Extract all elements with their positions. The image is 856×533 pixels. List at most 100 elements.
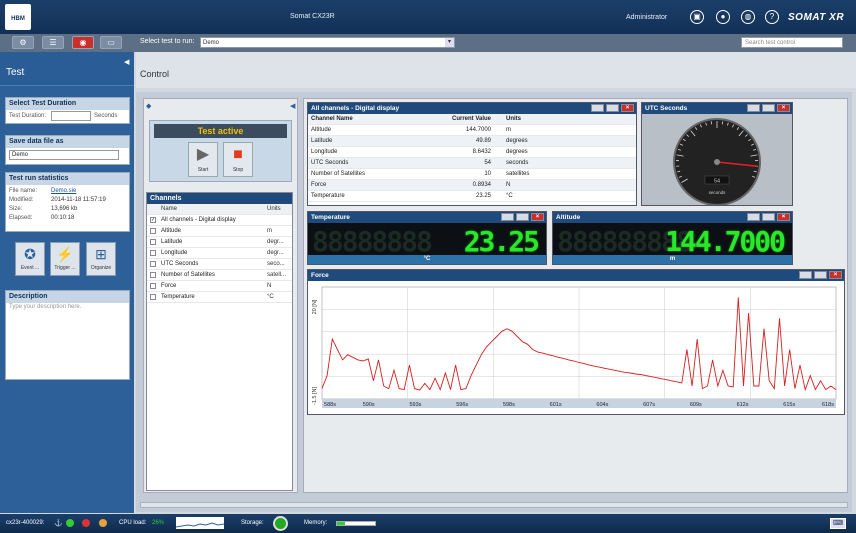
digital-row: Number of Satellites 10 satellites — [308, 169, 636, 180]
restore-icon[interactable] — [591, 104, 604, 112]
maximize-icon[interactable] — [606, 104, 619, 112]
stats-value: 13,696 kb — [51, 206, 78, 212]
keyboard-icon[interactable]: ⌨ — [830, 518, 846, 529]
stats-row: File name: Demo.sie — [6, 187, 129, 196]
channel-checkbox[interactable] — [150, 283, 156, 289]
digital-value: 0.8934 — [472, 182, 491, 188]
stop-button[interactable]: ■ Stop — [223, 142, 253, 177]
channel-name: UTC Seconds — [161, 261, 199, 267]
stats-label: Elapsed: — [9, 215, 33, 221]
hbm-logo: HBM — [5, 4, 31, 30]
organize-label: Organize — [90, 265, 112, 271]
settings-icon[interactable]: ⚙ — [12, 36, 34, 49]
main-header: Control — [136, 52, 856, 88]
globe-icon[interactable]: ◍ — [741, 10, 755, 24]
channel-row[interactable]: Number of Satellites satell... — [147, 270, 292, 281]
temperature-display: 88888888 23.25 °C — [308, 223, 546, 264]
channel-checkbox[interactable] — [150, 250, 156, 256]
maximize-icon[interactable] — [762, 104, 775, 112]
restore-icon[interactable] — [799, 271, 812, 279]
digital-display-window: All channels - Digital display × Channel … — [307, 102, 637, 206]
help-icon[interactable]: ? — [765, 10, 779, 24]
collapse-left-icon[interactable]: ◀ — [290, 102, 295, 110]
duration-input[interactable] — [51, 111, 91, 121]
restore-icon[interactable] — [501, 213, 514, 221]
search-input[interactable]: Search test control — [741, 37, 843, 48]
organize-button[interactable]: ⊞ Organize — [86, 242, 116, 276]
x-tick-label: 593s — [409, 402, 421, 408]
scrollbar-track[interactable] — [140, 502, 848, 508]
page-title: Control — [140, 69, 170, 79]
memory-bar-fill — [337, 522, 345, 525]
expand-icon[interactable]: ◆ — [146, 102, 151, 110]
close-icon[interactable]: × — [777, 213, 790, 221]
gauge-window: UTC Seconds × 54 seconds — [641, 102, 793, 206]
save-icon[interactable]: ▣ — [690, 10, 704, 24]
user-icon[interactable]: ● — [716, 10, 730, 24]
window-controls: × — [797, 271, 842, 282]
storage-gauge-icon — [273, 516, 288, 531]
save-filename-input[interactable]: Demo — [9, 150, 119, 160]
test-select[interactable]: Demo ▾ — [200, 37, 455, 48]
digital-channel-name: Force — [311, 182, 327, 188]
digital-units: seconds — [506, 160, 529, 166]
horizontal-scrollbar[interactable] — [136, 498, 852, 512]
digital-title: All channels - Digital display — [311, 105, 400, 112]
channel-row[interactable]: ✓ All channels - Digital display — [147, 215, 292, 226]
save-header: Save data file as — [6, 136, 129, 148]
x-tick-label: 618s — [822, 402, 834, 408]
channel-checkbox[interactable]: ✓ — [150, 217, 156, 223]
channel-row[interactable]: Force N — [147, 281, 292, 292]
somat-brand-logo: SOMAT XR — [788, 12, 845, 23]
channel-row[interactable]: Longitude degr... — [147, 248, 292, 259]
stop-icon: ■ — [233, 146, 243, 163]
channel-checkbox[interactable] — [150, 294, 156, 300]
digital-units: degrees — [506, 149, 528, 155]
trigger-button[interactable]: ⚡ Trigger ... — [50, 242, 80, 276]
restore-icon[interactable] — [747, 104, 760, 112]
grid-icon: ⊞ — [95, 246, 107, 262]
channel-checkbox[interactable] — [150, 272, 156, 278]
channels-header: Channels — [147, 193, 292, 204]
collapse-left-icon[interactable]: ◀ — [124, 58, 129, 66]
record-icon[interactable]: ◉ — [72, 36, 94, 49]
description-input[interactable]: Type your description here. — [6, 303, 129, 312]
x-axis-band — [322, 399, 836, 408]
restore-icon[interactable] — [747, 213, 760, 221]
channels-icon[interactable]: ☰ — [42, 36, 64, 49]
status-ok-icon — [66, 519, 74, 527]
duration-row: Test Duration: Seconds — [6, 111, 129, 121]
display-icon[interactable]: ▭ — [100, 36, 122, 49]
close-icon[interactable]: × — [777, 104, 790, 112]
event-label: Event ... — [20, 265, 40, 271]
channel-row[interactable]: Altitude m — [147, 226, 292, 237]
channel-row[interactable]: UTC Seconds seco... — [147, 259, 292, 270]
channel-row[interactable]: Latitude degr... — [147, 237, 292, 248]
stats-label: Size: — [9, 206, 23, 212]
close-icon[interactable]: × — [531, 213, 544, 221]
gauge-title-bar: UTC Seconds × — [642, 103, 792, 114]
altitude-unit: m — [553, 255, 792, 264]
channel-checkbox[interactable] — [150, 239, 156, 245]
channel-checkbox[interactable] — [150, 261, 156, 267]
temperature-title: Temperature — [311, 214, 350, 221]
duration-unit: Seconds — [94, 113, 118, 119]
start-button[interactable]: ▶ Start — [188, 142, 218, 177]
x-tick-label: 588s — [324, 402, 336, 408]
maximize-icon[interactable] — [814, 271, 827, 279]
channels-list: Channels Name Units ✓ All channels - Digit… — [146, 192, 293, 491]
stats-filename-link[interactable]: Demo.sie — [51, 187, 76, 196]
temperature-title-bar: Temperature × — [308, 212, 546, 223]
channel-units: °C — [267, 294, 274, 300]
maximize-icon[interactable] — [762, 213, 775, 221]
channel-checkbox[interactable] — [150, 228, 156, 234]
digital-channel-name: Longitude — [311, 149, 338, 155]
close-icon[interactable]: × — [621, 104, 634, 112]
event-button[interactable]: ✪ Event ... — [15, 242, 45, 276]
channel-row[interactable]: Temperature °C — [147, 292, 292, 303]
close-icon[interactable]: × — [829, 271, 842, 279]
y-axis-top-label: 20 [N] — [312, 299, 318, 314]
maximize-icon[interactable] — [516, 213, 529, 221]
col-units: Units — [267, 206, 281, 212]
digital-channel-name: Altitude — [311, 127, 332, 133]
